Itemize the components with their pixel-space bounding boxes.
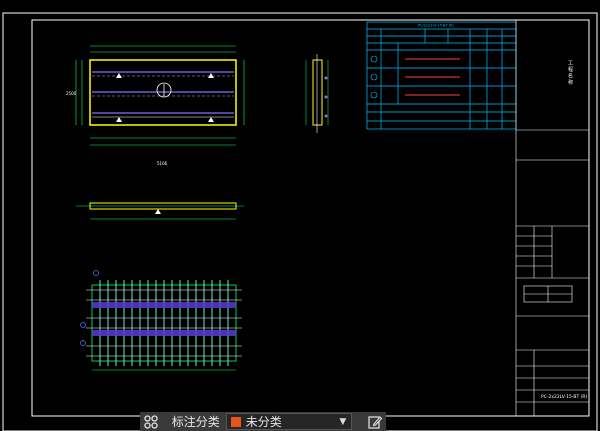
plan-width-dim: 5166 xyxy=(157,161,168,166)
category-select[interactable]: 未分类 ▼ xyxy=(225,413,353,430)
reinforcement-plan xyxy=(80,270,242,371)
category-label: 标注分类 xyxy=(171,415,220,429)
grid-icon[interactable] xyxy=(140,412,162,431)
outer-frame xyxy=(2,12,598,431)
annotation-toolbar: 标注分类 未分类 ▼ xyxy=(140,412,386,431)
elevation-view xyxy=(76,202,244,220)
edit-icon[interactable] xyxy=(364,412,386,431)
cad-drawing-canvas[interactable]: 5166 2500 PC/2x22LV-15-BT (R) 工 程 名 称 PC… xyxy=(0,0,600,431)
section-view xyxy=(305,54,329,133)
chevron-down-icon[interactable]: ▼ xyxy=(339,417,346,427)
rebar-table-marks: PC/2x22LV-15-BT (R) xyxy=(370,24,460,99)
title-block-project: 工 程 名 称 xyxy=(567,60,573,86)
plan-height-dim: 2500 xyxy=(66,91,77,96)
title-block xyxy=(515,20,589,416)
category-selected-value: 未分类 xyxy=(245,415,282,429)
rebar-table xyxy=(366,21,517,130)
plan-view: 5166 2500 xyxy=(66,45,245,166)
table-title: PC/2x22LV-15-BT (R) xyxy=(418,24,455,28)
drawing-number: PC-2x22LV-15-BT (R) xyxy=(541,394,588,400)
category-color-swatch xyxy=(230,416,241,427)
